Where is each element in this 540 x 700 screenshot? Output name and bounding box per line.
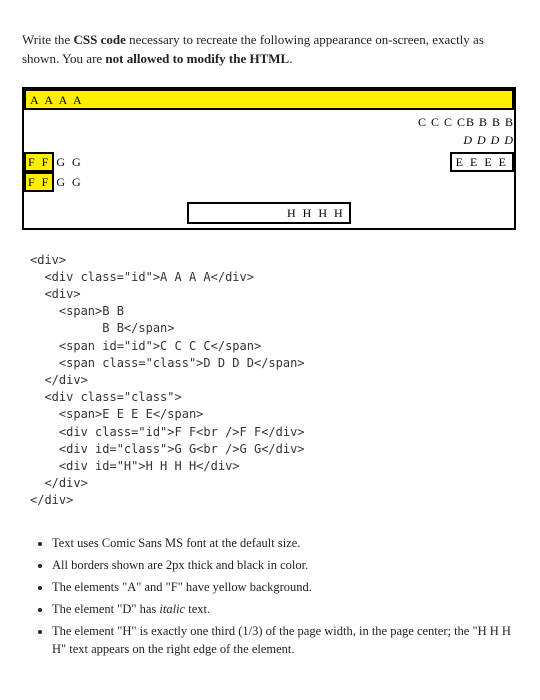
html-code-block: <div> <div class="id">A A A A</div> <div… bbox=[30, 252, 518, 510]
intro-bold-1: CSS code bbox=[73, 32, 125, 47]
element-d: D D D D bbox=[463, 132, 514, 149]
element-g-line1: G G bbox=[54, 152, 84, 172]
note-item: Text uses Comic Sans MS font at the defa… bbox=[52, 534, 518, 552]
instructions-paragraph: Write the CSS code necessary to recreate… bbox=[22, 31, 518, 69]
element-c-b: C C C CB B B B bbox=[418, 114, 514, 131]
element-f-line1: F F bbox=[24, 152, 54, 172]
element-e: E E E E bbox=[450, 152, 514, 172]
element-f-line2: F F bbox=[24, 172, 54, 192]
fg-group: F F G G F F G G bbox=[24, 152, 128, 192]
notes-list: Text uses Comic Sans MS font at the defa… bbox=[52, 534, 518, 659]
element-g-line2: G G bbox=[54, 172, 84, 192]
note-item: The element "D" has italic text. bbox=[52, 600, 518, 618]
note-item: All borders shown are 2px thick and blac… bbox=[52, 556, 518, 574]
intro-text-1: Write the bbox=[22, 32, 73, 47]
element-h: H H H H bbox=[187, 202, 350, 224]
element-a: A A A A bbox=[24, 89, 514, 110]
row-bc: C C C CB B B B D D D D bbox=[24, 110, 514, 152]
note-item: The element "H" is exactly one third (1/… bbox=[52, 622, 518, 658]
intro-text-3: . bbox=[289, 51, 292, 66]
note-item: The elements "A" and "F" have yellow bac… bbox=[52, 578, 518, 596]
row-efg: F F G G F F G G E E E E bbox=[24, 152, 514, 202]
intro-bold-2: not allowed to modify the HTML bbox=[105, 51, 289, 66]
html-code: <div> <div class="id">A A A A</div> <div… bbox=[30, 253, 305, 508]
appearance-mock: A A A A C C C CB B B B D D D D F F G G F… bbox=[22, 87, 516, 230]
row-h: H H H H bbox=[24, 202, 514, 228]
